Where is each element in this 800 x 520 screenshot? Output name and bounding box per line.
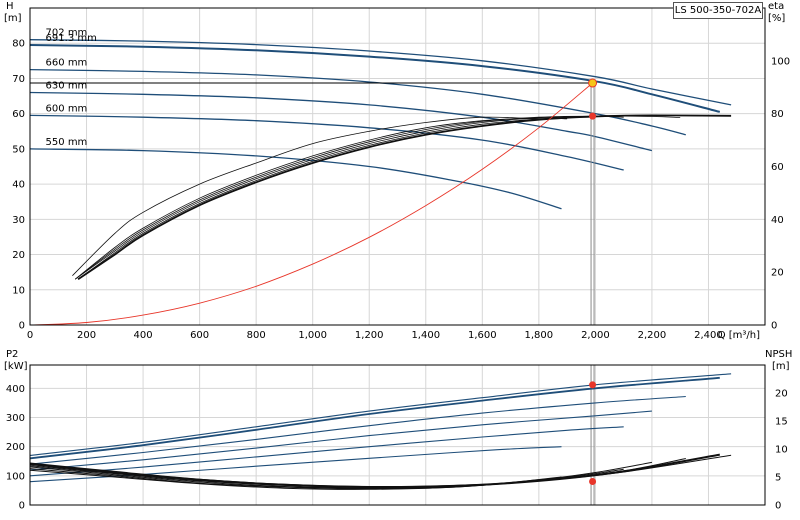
y-tick-label: 20 bbox=[12, 250, 25, 261]
y2-tick-label: 20 bbox=[771, 268, 784, 279]
plot-frame-bottom bbox=[29, 364, 766, 506]
y2-tick-label: 40 bbox=[771, 215, 784, 226]
npsh-tick-label: 20 bbox=[775, 389, 788, 400]
x-tick-label: 1,800 bbox=[525, 330, 554, 341]
x-tick-label: 1,000 bbox=[298, 330, 327, 341]
p2-tick-label: 100 bbox=[6, 471, 25, 482]
x-tick-label: 1,400 bbox=[411, 330, 440, 341]
curves-layer bbox=[29, 39, 732, 505]
head-curve-label: 600 mm bbox=[46, 103, 88, 114]
y-tick-label: 70 bbox=[12, 74, 25, 85]
duty-point-head bbox=[588, 78, 598, 88]
y-tick-label: 60 bbox=[12, 109, 25, 120]
power-curve bbox=[29, 395, 686, 465]
y-tick-label: 80 bbox=[12, 39, 25, 50]
y2-axis-unit: [%] bbox=[768, 13, 785, 24]
duty-point-power bbox=[589, 381, 597, 389]
x-tick-label: 400 bbox=[134, 330, 153, 341]
p2-axis-title: P2 bbox=[6, 349, 18, 360]
power-curve bbox=[29, 426, 624, 477]
head-curve bbox=[29, 39, 732, 106]
x-tick-label: 1,600 bbox=[468, 330, 497, 341]
y-tick-label: 50 bbox=[12, 144, 25, 155]
x-tick-label: 0 bbox=[27, 330, 33, 341]
x-tick-label: 800 bbox=[247, 330, 266, 341]
p2-tick-label: 0 bbox=[19, 501, 25, 512]
npsh-tick-label: 0 bbox=[775, 501, 781, 512]
duty-point-efficiency bbox=[589, 112, 597, 120]
npsh-tick-label: 10 bbox=[775, 445, 788, 456]
y2-tick-label: 80 bbox=[771, 109, 784, 120]
y2-axis-title: eta bbox=[768, 1, 784, 12]
p2-tick-label: 400 bbox=[6, 384, 25, 395]
x-tick-label: 600 bbox=[190, 330, 209, 341]
y2-tick-label: 0 bbox=[771, 321, 777, 332]
y-tick-label: 30 bbox=[12, 215, 25, 226]
title-box-text: LS 500-350-702A bbox=[674, 5, 762, 16]
pump-curve-chart: 0 200 400 600 800 1,000 1,200 1,400 1,600 1,800 2,… bbox=[0, 0, 800, 520]
y-tick-label: 0 bbox=[19, 321, 25, 332]
p2-tick-label: 300 bbox=[6, 413, 25, 424]
y2-tick-label: 100 bbox=[771, 56, 790, 67]
y-axis-unit: [m] bbox=[4, 13, 22, 24]
head-curve-label: 550 mm bbox=[46, 137, 88, 148]
text-layer: 0 200 400 600 800 1,000 1,200 1,400 1,600 1,800 2,… bbox=[4, 1, 792, 512]
p2-axis-unit: [kW] bbox=[4, 361, 28, 372]
head-curve bbox=[29, 91, 653, 152]
x-tick-label: 2,000 bbox=[581, 330, 610, 341]
x-tick-label: 200 bbox=[77, 330, 96, 341]
npsh-tick-label: 15 bbox=[775, 417, 788, 428]
x-tick-label: 2,200 bbox=[638, 330, 667, 341]
y-tick-label: 10 bbox=[12, 285, 25, 296]
head-curve-label: 630 mm bbox=[46, 81, 88, 92]
y-tick-label: 40 bbox=[12, 180, 25, 191]
power-curve bbox=[29, 410, 652, 471]
p2-tick-label: 200 bbox=[6, 442, 25, 453]
efficiency-curve bbox=[72, 116, 539, 276]
y2-tick-label: 60 bbox=[771, 162, 784, 173]
npsh-axis-unit: [m] bbox=[772, 361, 790, 372]
head-curve-label: 691.3 mm bbox=[46, 33, 97, 44]
npsh-curve bbox=[29, 461, 652, 489]
head-curve-label: 660 mm bbox=[46, 58, 88, 69]
plot-frame-top bbox=[29, 7, 766, 326]
duty-point-npsh bbox=[589, 477, 597, 485]
pump-curve-svg: 0 200 400 600 800 1,000 1,200 1,400 1,600 1,800 2,… bbox=[4, 1, 792, 512]
y-axis-title: H bbox=[6, 1, 14, 12]
head-curve bbox=[29, 148, 562, 210]
x-tick-label: 1,200 bbox=[355, 330, 384, 341]
title-box: LS 500-350-702A bbox=[673, 2, 763, 19]
npsh-axis-title: NPSH bbox=[765, 349, 792, 360]
npsh-tick-label: 5 bbox=[775, 473, 781, 484]
x-axis-title: Q [m³/h] bbox=[718, 330, 760, 341]
